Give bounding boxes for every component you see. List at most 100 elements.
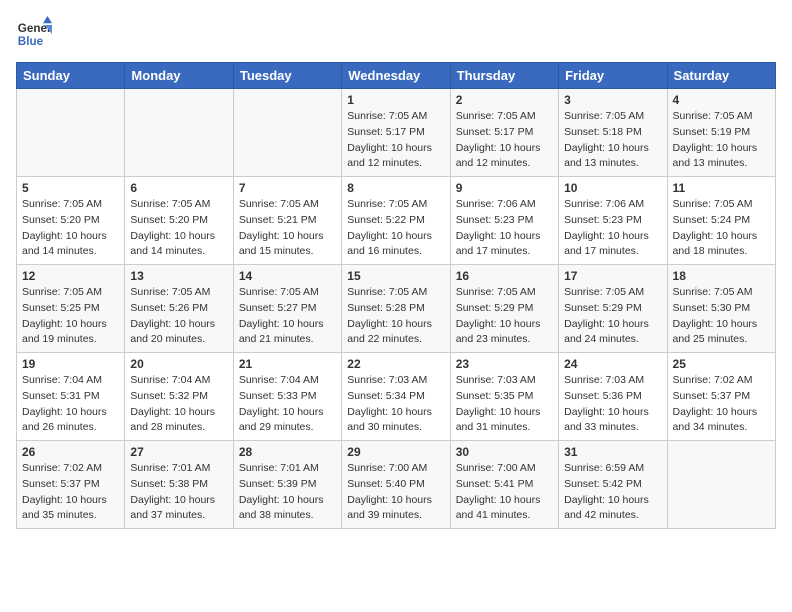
calendar-cell: 7 Sunrise: 7:05 AM Sunset: 5:21 PM Daylig… (233, 177, 341, 265)
day-info: Sunrise: 7:05 AM Sunset: 5:18 PM Dayligh… (564, 109, 661, 172)
calendar-cell: 29 Sunrise: 7:00 AM Sunset: 5:40 PM Dayli… (342, 441, 450, 529)
weekday-header-sunday: Sunday (17, 63, 125, 89)
calendar-cell (125, 89, 233, 177)
day-number: 15 (347, 269, 444, 283)
day-number: 2 (456, 93, 553, 107)
day-info: Sunrise: 7:05 AM Sunset: 5:30 PM Dayligh… (673, 285, 770, 348)
day-number: 7 (239, 181, 336, 195)
day-info: Sunrise: 7:04 AM Sunset: 5:32 PM Dayligh… (130, 373, 227, 436)
day-number: 23 (456, 357, 553, 371)
day-info: Sunrise: 7:06 AM Sunset: 5:23 PM Dayligh… (456, 197, 553, 260)
calendar-cell: 12 Sunrise: 7:05 AM Sunset: 5:25 PM Dayli… (17, 265, 125, 353)
week-row-4: 19 Sunrise: 7:04 AM Sunset: 5:31 PM Dayli… (17, 353, 776, 441)
day-info: Sunrise: 7:05 AM Sunset: 5:28 PM Dayligh… (347, 285, 444, 348)
day-info: Sunrise: 7:05 AM Sunset: 5:17 PM Dayligh… (347, 109, 444, 172)
calendar-cell: 2 Sunrise: 7:05 AM Sunset: 5:17 PM Daylig… (450, 89, 558, 177)
calendar-cell: 10 Sunrise: 7:06 AM Sunset: 5:23 PM Dayli… (559, 177, 667, 265)
day-number: 25 (673, 357, 770, 371)
day-number: 9 (456, 181, 553, 195)
day-info: Sunrise: 7:00 AM Sunset: 5:41 PM Dayligh… (456, 461, 553, 524)
weekday-header-monday: Monday (125, 63, 233, 89)
day-info: Sunrise: 7:05 AM Sunset: 5:20 PM Dayligh… (130, 197, 227, 260)
calendar-cell: 17 Sunrise: 7:05 AM Sunset: 5:29 PM Dayli… (559, 265, 667, 353)
day-number: 6 (130, 181, 227, 195)
day-info: Sunrise: 6:59 AM Sunset: 5:42 PM Dayligh… (564, 461, 661, 524)
calendar-cell: 27Sunrise: 7:01 AM Sunset: 5:38 PM Dayli… (125, 441, 233, 529)
calendar-cell: 3 Sunrise: 7:05 AM Sunset: 5:18 PM Daylig… (559, 89, 667, 177)
calendar-cell: 15 Sunrise: 7:05 AM Sunset: 5:28 PM Dayli… (342, 265, 450, 353)
day-info: Sunrise: 7:04 AM Sunset: 5:33 PM Dayligh… (239, 373, 336, 436)
calendar-cell: 1 Sunrise: 7:05 AM Sunset: 5:17 PM Daylig… (342, 89, 450, 177)
weekday-header-saturday: Saturday (667, 63, 775, 89)
day-number: 20 (130, 357, 227, 371)
day-info: Sunrise: 7:05 AM Sunset: 5:29 PM Dayligh… (564, 285, 661, 348)
day-number: 3 (564, 93, 661, 107)
calendar-cell (17, 89, 125, 177)
calendar-table: SundayMondayTuesdayWednesdayThursdayFrid… (16, 62, 776, 529)
calendar-cell: 21Sunrise: 7:04 AM Sunset: 5:33 PM Dayli… (233, 353, 341, 441)
calendar-cell: 30 Sunrise: 7:00 AM Sunset: 5:41 PM Dayli… (450, 441, 558, 529)
day-info: Sunrise: 7:05 AM Sunset: 5:26 PM Dayligh… (130, 285, 227, 348)
day-info: Sunrise: 7:03 AM Sunset: 5:35 PM Dayligh… (456, 373, 553, 436)
day-number: 17 (564, 269, 661, 283)
week-row-1: 1 Sunrise: 7:05 AM Sunset: 5:17 PM Daylig… (17, 89, 776, 177)
day-info: Sunrise: 7:05 AM Sunset: 5:19 PM Dayligh… (673, 109, 770, 172)
day-info: Sunrise: 7:04 AM Sunset: 5:31 PM Dayligh… (22, 373, 119, 436)
weekday-header-tuesday: Tuesday (233, 63, 341, 89)
day-info: Sunrise: 7:05 AM Sunset: 5:24 PM Dayligh… (673, 197, 770, 260)
day-number: 26 (22, 445, 119, 459)
calendar-cell: 8Sunrise: 7:05 AM Sunset: 5:22 PM Daylig… (342, 177, 450, 265)
day-info: Sunrise: 7:05 AM Sunset: 5:20 PM Dayligh… (22, 197, 119, 260)
day-number: 10 (564, 181, 661, 195)
day-number: 28 (239, 445, 336, 459)
day-number: 19 (22, 357, 119, 371)
calendar-cell (233, 89, 341, 177)
calendar-cell: 5Sunrise: 7:05 AM Sunset: 5:20 PM Daylig… (17, 177, 125, 265)
day-info: Sunrise: 7:05 AM Sunset: 5:17 PM Dayligh… (456, 109, 553, 172)
calendar-cell: 13Sunrise: 7:05 AM Sunset: 5:26 PM Dayli… (125, 265, 233, 353)
day-number: 8 (347, 181, 444, 195)
svg-text:Blue: Blue (18, 35, 44, 48)
calendar-cell: 11 Sunrise: 7:05 AM Sunset: 5:24 PM Dayli… (667, 177, 775, 265)
day-number: 16 (456, 269, 553, 283)
calendar-cell: 28 Sunrise: 7:01 AM Sunset: 5:39 PM Dayli… (233, 441, 341, 529)
calendar-cell: 25Sunrise: 7:02 AM Sunset: 5:37 PM Dayli… (667, 353, 775, 441)
page-header: General Blue (16, 16, 776, 52)
day-info: Sunrise: 7:05 AM Sunset: 5:21 PM Dayligh… (239, 197, 336, 260)
day-info: Sunrise: 7:01 AM Sunset: 5:38 PM Dayligh… (130, 461, 227, 524)
day-number: 14 (239, 269, 336, 283)
week-row-2: 5Sunrise: 7:05 AM Sunset: 5:20 PM Daylig… (17, 177, 776, 265)
day-info: Sunrise: 7:01 AM Sunset: 5:39 PM Dayligh… (239, 461, 336, 524)
day-info: Sunrise: 7:05 AM Sunset: 5:25 PM Dayligh… (22, 285, 119, 348)
calendar-cell: 23 Sunrise: 7:03 AM Sunset: 5:35 PM Dayli… (450, 353, 558, 441)
day-number: 30 (456, 445, 553, 459)
calendar-cell: 4 Sunrise: 7:05 AM Sunset: 5:19 PM Daylig… (667, 89, 775, 177)
calendar-cell: 6 Sunrise: 7:05 AM Sunset: 5:20 PM Daylig… (125, 177, 233, 265)
day-info: Sunrise: 7:06 AM Sunset: 5:23 PM Dayligh… (564, 197, 661, 260)
day-info: Sunrise: 7:02 AM Sunset: 5:37 PM Dayligh… (22, 461, 119, 524)
day-number: 4 (673, 93, 770, 107)
day-info: Sunrise: 7:03 AM Sunset: 5:36 PM Dayligh… (564, 373, 661, 436)
weekday-header-wednesday: Wednesday (342, 63, 450, 89)
calendar-cell: 18 Sunrise: 7:05 AM Sunset: 5:30 PM Dayli… (667, 265, 775, 353)
day-info: Sunrise: 7:05 AM Sunset: 5:27 PM Dayligh… (239, 285, 336, 348)
logo: General Blue (16, 16, 52, 52)
calendar-cell: 16 Sunrise: 7:05 AM Sunset: 5:29 PM Dayli… (450, 265, 558, 353)
calendar-cell (667, 441, 775, 529)
day-number: 11 (673, 181, 770, 195)
weekday-header-thursday: Thursday (450, 63, 558, 89)
calendar-cell: 22Sunrise: 7:03 AM Sunset: 5:34 PM Dayli… (342, 353, 450, 441)
calendar-cell: 19 Sunrise: 7:04 AM Sunset: 5:31 PM Dayli… (17, 353, 125, 441)
day-number: 29 (347, 445, 444, 459)
day-info: Sunrise: 7:05 AM Sunset: 5:29 PM Dayligh… (456, 285, 553, 348)
day-info: Sunrise: 7:03 AM Sunset: 5:34 PM Dayligh… (347, 373, 444, 436)
calendar-cell: 20 Sunrise: 7:04 AM Sunset: 5:32 PM Dayli… (125, 353, 233, 441)
day-number: 24 (564, 357, 661, 371)
week-row-5: 26 Sunrise: 7:02 AM Sunset: 5:37 PM Dayli… (17, 441, 776, 529)
calendar-cell: 14 Sunrise: 7:05 AM Sunset: 5:27 PM Dayli… (233, 265, 341, 353)
day-number: 12 (22, 269, 119, 283)
day-number: 18 (673, 269, 770, 283)
day-number: 1 (347, 93, 444, 107)
week-row-3: 12 Sunrise: 7:05 AM Sunset: 5:25 PM Dayli… (17, 265, 776, 353)
day-info: Sunrise: 7:00 AM Sunset: 5:40 PM Dayligh… (347, 461, 444, 524)
